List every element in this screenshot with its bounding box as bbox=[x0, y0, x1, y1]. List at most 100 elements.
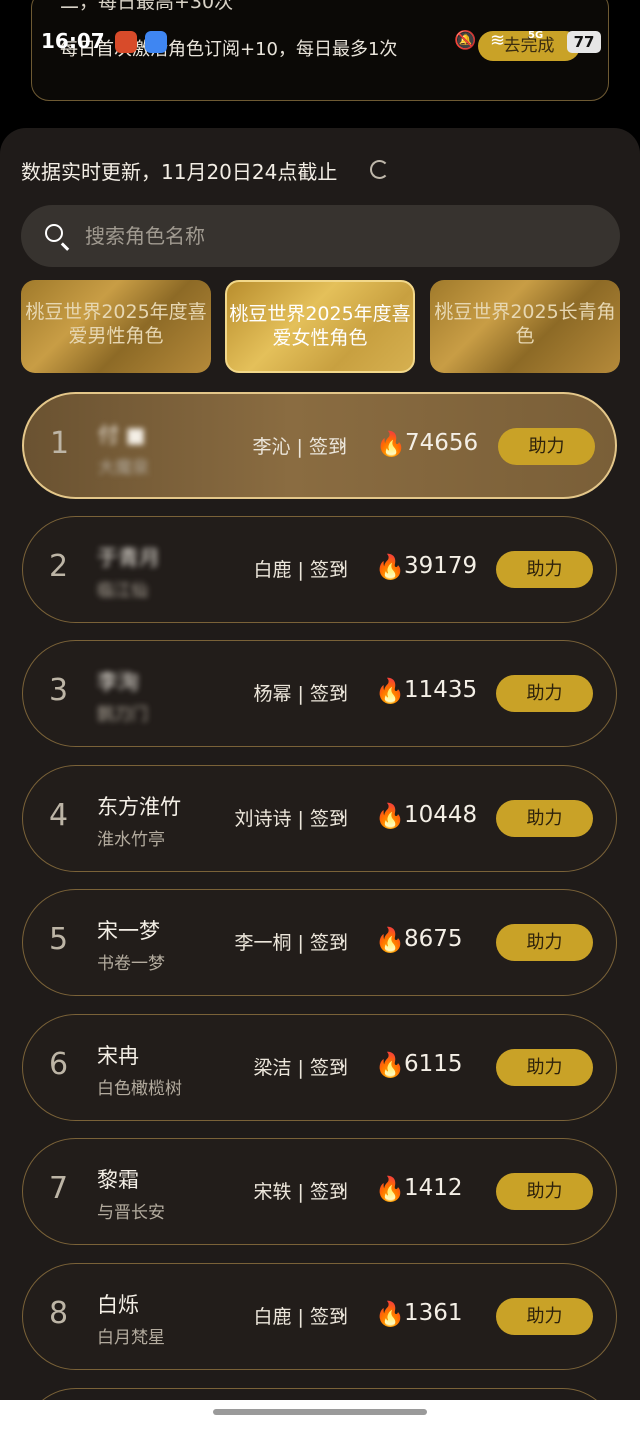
signal-icon: 5G bbox=[528, 30, 544, 41]
ranking-row[interactable]: 4 东方淮竹 淮水竹亭 刘诗诗 | 签到 › 🔥 10448 助力 bbox=[22, 765, 617, 872]
ranking-row[interactable]: 2 于青月 临江仙 白鹿 | 签到 › 🔥 39179 助力 bbox=[22, 516, 617, 623]
flame-icon: 🔥 bbox=[375, 677, 405, 705]
drama-title: 临江仙 bbox=[97, 581, 148, 601]
rank-number: 8 bbox=[49, 1296, 69, 1331]
weibo-icon bbox=[115, 31, 137, 53]
character-name: 东方淮竹 bbox=[97, 795, 181, 819]
drama-title: 白色橄榄树 bbox=[97, 1079, 182, 1099]
character-name: 黎霜 bbox=[97, 1168, 139, 1192]
actor-checkin-link[interactable]: 宋轶 | 签到 bbox=[253, 1177, 348, 1204]
actor-name: 白鹿 bbox=[253, 559, 292, 581]
character-name: 李洵 bbox=[97, 670, 139, 694]
drama-title: 淮水竹亭 bbox=[97, 830, 165, 850]
task-title: 二，每日最高+30次 bbox=[60, 0, 234, 13]
actor-name: 刘诗诗 bbox=[234, 808, 292, 830]
support-button[interactable]: 助力 bbox=[496, 924, 593, 961]
rank-number: 6 bbox=[49, 1047, 69, 1082]
search-input[interactable] bbox=[85, 205, 585, 267]
app-notification-icon bbox=[145, 31, 167, 53]
flame-icon: 🔥 bbox=[376, 430, 406, 458]
drama-title: 鹊刀门 bbox=[97, 705, 148, 725]
battery-icon: 77 bbox=[567, 31, 601, 53]
drama-title: 书卷一梦 bbox=[97, 954, 165, 974]
task-description: 每日首次激活角色订阅+10，每日最多1次 bbox=[60, 39, 398, 60]
ranking-row[interactable]: 7 黎霜 与晋长安 宋轶 | 签到 › 🔥 1412 助力 bbox=[22, 1138, 617, 1245]
rank-number: 3 bbox=[49, 673, 69, 708]
tab-female-characters[interactable]: 桃豆世界2025年度喜爱女性角色 bbox=[225, 280, 415, 373]
drama-title: 大魔泉 bbox=[98, 458, 149, 478]
heat-score: 11435 bbox=[404, 677, 478, 703]
ranking-row[interactable]: 6 宋冉 白色橄榄树 梁洁 | 签到 › 🔥 6115 助力 bbox=[22, 1014, 617, 1121]
character-name: 宋冉 bbox=[97, 1044, 139, 1068]
actor-checkin-link[interactable]: 李沁 | 签到 bbox=[252, 432, 347, 459]
actor-checkin-link[interactable]: 白鹿 | 签到 bbox=[253, 1302, 348, 1329]
flame-icon: 🔥 bbox=[375, 1175, 405, 1203]
category-tabs: 桃豆世界2025年度喜爱男性角色 桃豆世界2025年度喜爱女性角色 桃豆世界20… bbox=[21, 280, 621, 374]
character-name: 付 ■ bbox=[98, 423, 146, 447]
actor-name: 梁洁 bbox=[253, 1057, 292, 1079]
bell-muted-icon: 🔕 bbox=[454, 30, 477, 51]
actor-checkin-link[interactable]: 杨幂 | 签到 bbox=[253, 679, 348, 706]
support-button[interactable]: 助力 bbox=[496, 1173, 593, 1210]
actor-checkin-link[interactable]: 刘诗诗 | 签到 bbox=[234, 804, 348, 831]
rank-number: 7 bbox=[49, 1171, 69, 1206]
drama-title: 与晋长安 bbox=[97, 1203, 165, 1223]
tab-evergreen-characters[interactable]: 桃豆世界2025长青角色 bbox=[430, 280, 620, 373]
flame-icon: 🔥 bbox=[375, 926, 405, 954]
chevron-right-icon[interactable]: › bbox=[338, 1177, 346, 1201]
drama-title: 白月梵星 bbox=[97, 1328, 165, 1348]
support-button[interactable]: 助力 bbox=[498, 428, 595, 465]
heat-score: 1361 bbox=[404, 1300, 463, 1326]
rank-number: 2 bbox=[49, 549, 69, 584]
chevron-right-icon[interactable]: › bbox=[339, 432, 347, 456]
heat-score: 39179 bbox=[404, 553, 478, 579]
flame-icon: 🔥 bbox=[375, 553, 405, 581]
heat-score: 74656 bbox=[405, 430, 479, 456]
chevron-right-icon[interactable]: › bbox=[338, 1053, 346, 1077]
support-button[interactable]: 助力 bbox=[496, 800, 593, 837]
support-button[interactable]: 助力 bbox=[496, 675, 593, 712]
support-button[interactable]: 助力 bbox=[496, 1049, 593, 1086]
flame-icon: 🔥 bbox=[375, 1300, 405, 1328]
chevron-right-icon[interactable]: › bbox=[338, 555, 346, 579]
actor-name: 白鹿 bbox=[253, 1306, 292, 1328]
wifi-icon: ≋ bbox=[490, 30, 506, 51]
heat-score: 6115 bbox=[404, 1051, 463, 1077]
refresh-icon[interactable] bbox=[370, 160, 389, 179]
update-notice: 数据实时更新，11月20日24点截止 bbox=[21, 160, 338, 184]
flame-icon: 🔥 bbox=[375, 1051, 405, 1079]
chevron-right-icon[interactable]: › bbox=[338, 1302, 346, 1326]
support-button[interactable]: 助力 bbox=[496, 551, 593, 588]
home-indicator[interactable] bbox=[213, 1409, 427, 1415]
character-name: 于青月 bbox=[97, 546, 160, 570]
actor-name: 李沁 bbox=[252, 436, 291, 458]
ranking-row[interactable]: 1 付 ■ 大魔泉 李沁 | 签到 › 🔥 74656 助力 bbox=[22, 392, 617, 499]
gesture-area bbox=[0, 1400, 640, 1429]
ranking-row[interactable]: 3 李洵 鹊刀门 杨幂 | 签到 › 🔥 11435 助力 bbox=[22, 640, 617, 747]
heat-score: 1412 bbox=[404, 1175, 463, 1201]
actor-name: 宋轶 bbox=[253, 1181, 292, 1203]
character-name: 白烁 bbox=[97, 1293, 139, 1317]
actor-checkin-link[interactable]: 梁洁 | 签到 bbox=[253, 1053, 348, 1080]
rank-number: 4 bbox=[49, 798, 69, 833]
chevron-right-icon[interactable]: › bbox=[338, 928, 346, 952]
ranking-row[interactable]: 8 白烁 白月梵星 白鹿 | 签到 › 🔥 1361 助力 bbox=[22, 1263, 617, 1370]
actor-checkin-link[interactable]: 白鹿 | 签到 bbox=[253, 555, 348, 582]
search-icon bbox=[45, 224, 63, 242]
character-name: 宋一梦 bbox=[97, 919, 160, 943]
rank-number: 5 bbox=[49, 922, 69, 957]
flame-icon: 🔥 bbox=[375, 802, 405, 830]
chevron-right-icon[interactable]: › bbox=[338, 804, 346, 828]
heat-score: 10448 bbox=[404, 802, 478, 828]
chevron-right-icon[interactable]: › bbox=[338, 679, 346, 703]
support-button[interactable]: 助力 bbox=[496, 1298, 593, 1335]
search-bar[interactable] bbox=[21, 205, 620, 267]
tab-male-characters[interactable]: 桃豆世界2025年度喜爱男性角色 bbox=[21, 280, 211, 373]
actor-name: 杨幂 bbox=[253, 683, 292, 705]
status-time: 16:07 bbox=[41, 29, 105, 53]
actor-checkin-link[interactable]: 李一桐 | 签到 bbox=[234, 928, 348, 955]
actor-name: 李一桐 bbox=[234, 932, 292, 954]
ranking-row[interactable]: 5 宋一梦 书卷一梦 李一桐 | 签到 › 🔥 8675 助力 bbox=[22, 889, 617, 996]
heat-score: 8675 bbox=[404, 926, 463, 952]
rank-number: 1 bbox=[50, 426, 70, 461]
